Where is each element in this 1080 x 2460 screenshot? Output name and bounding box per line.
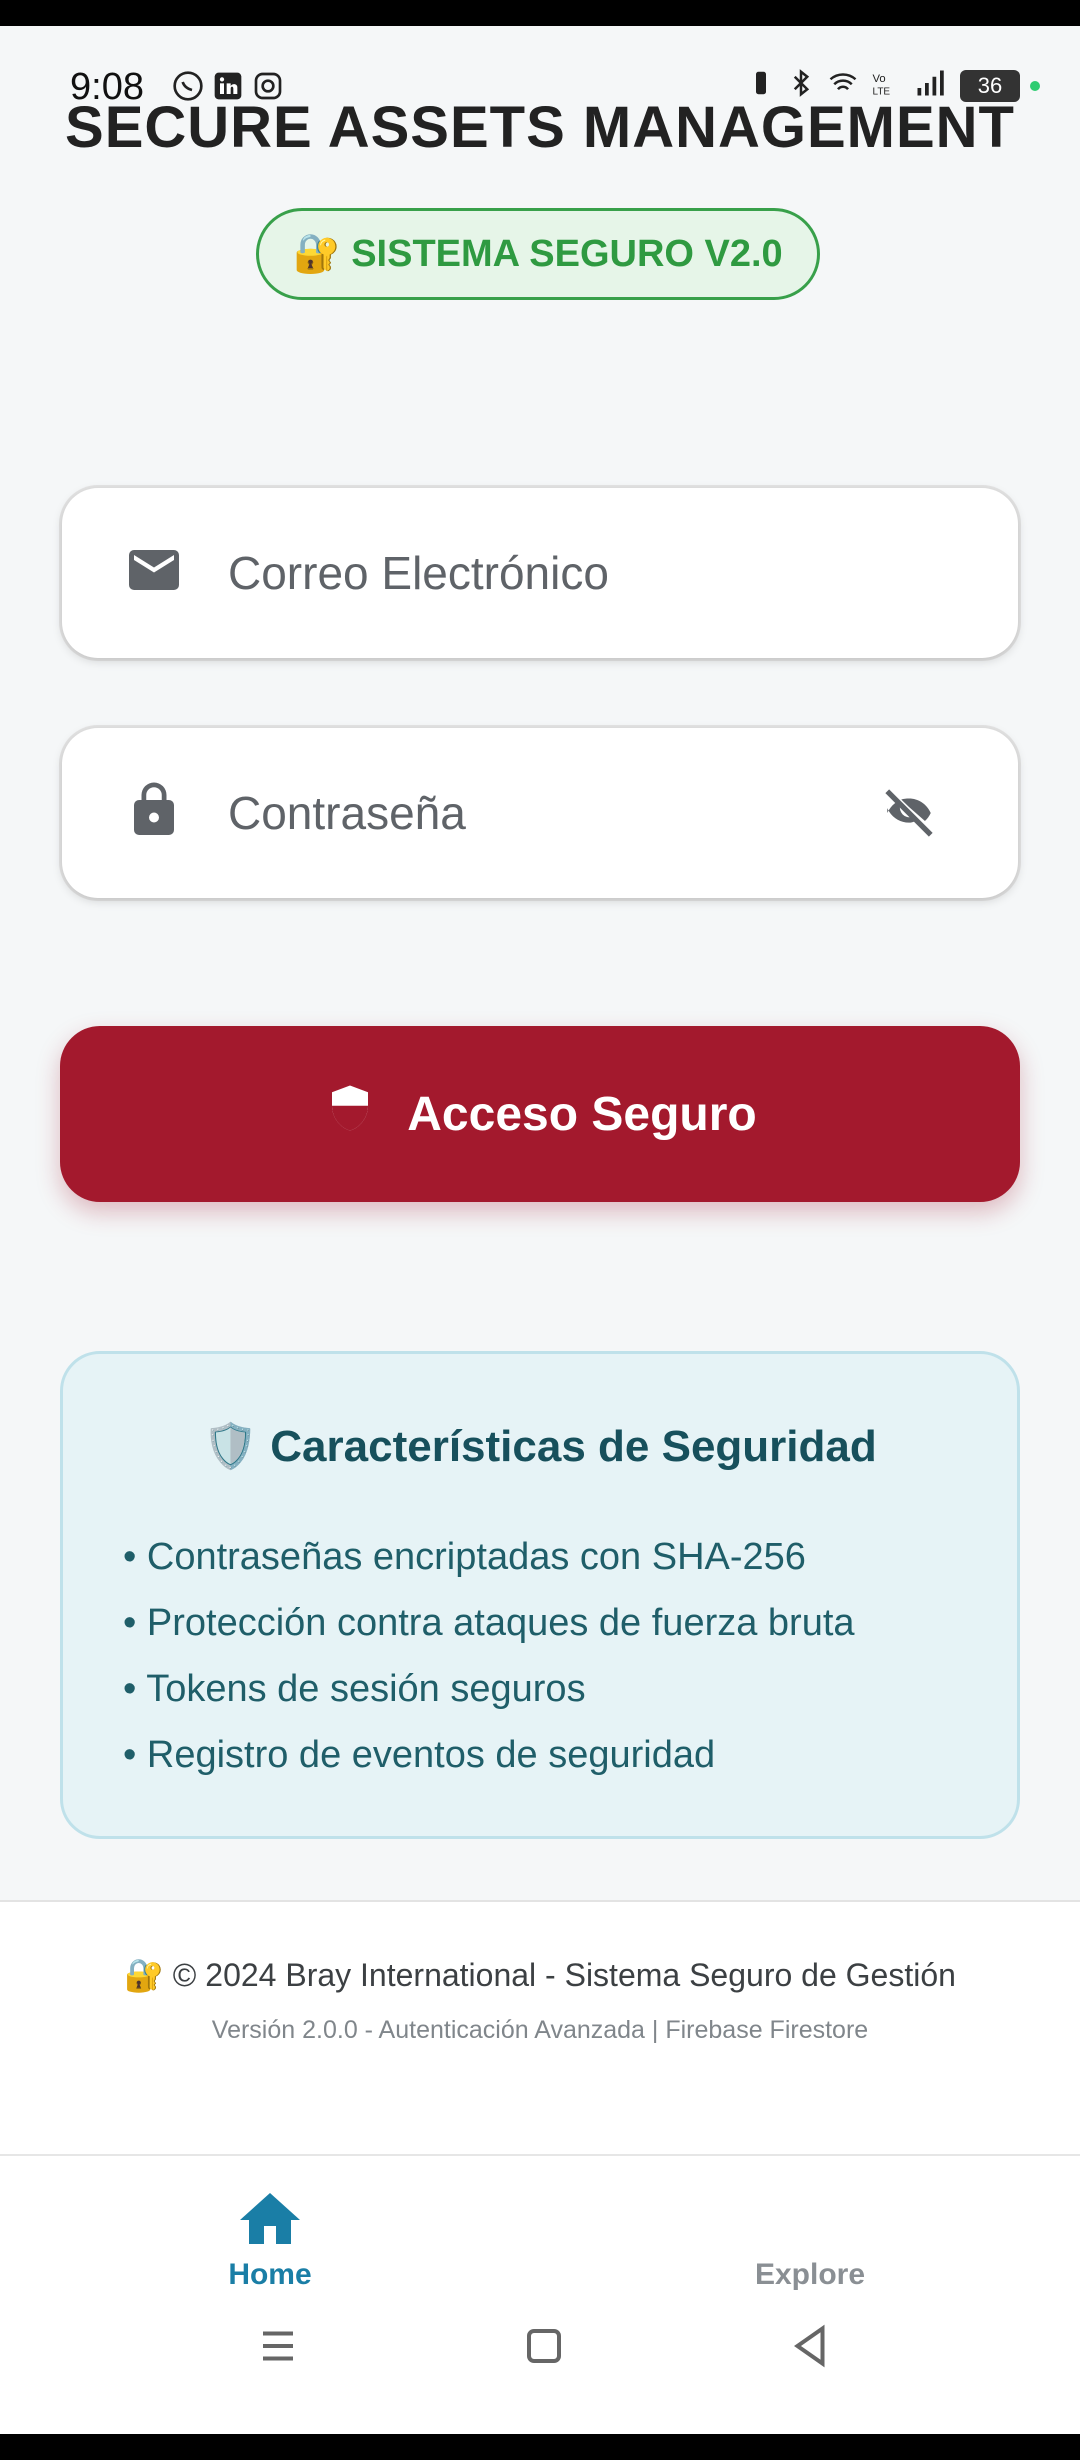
- secure-system-badge: 🔐 SISTEMA SEGURO V2.0: [256, 208, 820, 300]
- email-icon: [124, 540, 184, 600]
- recents-icon[interactable]: [248, 2316, 308, 2376]
- feature-item: Protección contra ataques de fuerza brut…: [123, 1590, 855, 1656]
- app-screen: 9:08 Vo LTE 36 SECURE ASSETS MANAGEMENT 🔐…: [0, 26, 1080, 2434]
- secure-login-button[interactable]: Acceso Seguro: [60, 1026, 1020, 1202]
- footer-copyright: 🔐 © 2024 Bray International - Sistema Se…: [124, 1957, 956, 1993]
- back-icon[interactable]: [780, 2316, 840, 2376]
- nav-home-label: Home: [228, 2258, 312, 2291]
- app-title: SECURE ASSETS MANAGEMENT: [65, 95, 1015, 160]
- system-navigation-bar: [0, 2316, 1080, 2416]
- security-features-card: 🛡️ Características de Seguridad Contrase…: [60, 1351, 1020, 1839]
- feature-item: Contraseñas encriptadas con SHA-256: [123, 1524, 855, 1590]
- feature-item: Tokens de sesión seguros: [123, 1656, 855, 1722]
- nav-home[interactable]: Home: [110, 2156, 430, 2306]
- footer: 🔐 © 2024 Bray International - Sistema Se…: [0, 1900, 1080, 2162]
- bottom-navigation: Home Explore: [0, 2154, 1080, 2434]
- home-system-icon[interactable]: [514, 2316, 574, 2376]
- home-icon: [240, 2193, 300, 2244]
- email-placeholder: Correo Electrónico: [228, 547, 609, 599]
- nav-explore-label: Explore: [754, 2258, 866, 2291]
- secure-login-label: Acceso Seguro: [407, 1087, 757, 1141]
- email-field[interactable]: Correo Electrónico: [62, 488, 1018, 658]
- shield-icon: [323, 1081, 377, 1147]
- password-field[interactable]: Contraseña: [62, 728, 1018, 898]
- features-title: 🛡️ Características de Seguridad: [203, 1422, 877, 1471]
- feature-item: Registro de eventos de seguridad: [123, 1722, 855, 1788]
- lock-icon: [124, 780, 184, 840]
- visibility-off-icon[interactable]: [880, 784, 938, 842]
- privacy-dot: [1030, 80, 1040, 91]
- password-placeholder: Contraseña: [228, 787, 466, 839]
- nav-explore[interactable]: Explore: [650, 2156, 970, 2306]
- footer-version: Versión 2.0.0 - Autenticación Avanzada |…: [211, 2016, 869, 2044]
- features-list: Contraseñas encriptadas con SHA-256 Prot…: [123, 1524, 855, 1788]
- svg-text:Vo: Vo: [873, 73, 886, 85]
